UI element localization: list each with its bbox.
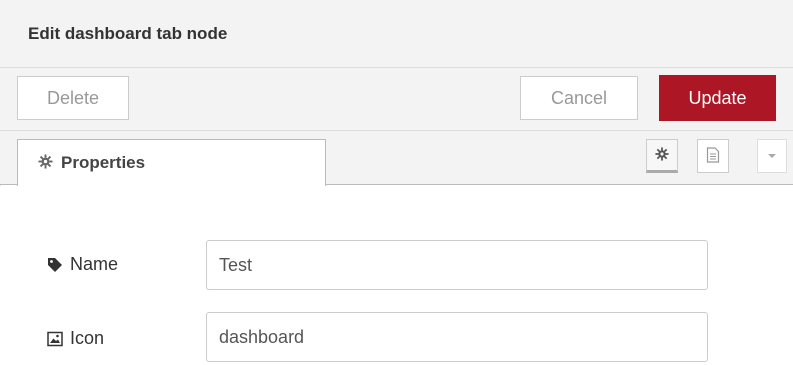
icon-input[interactable]	[206, 312, 708, 362]
gear-icon	[655, 146, 669, 164]
caret-down-icon	[767, 150, 777, 162]
icon-label: Icon	[46, 328, 104, 349]
dialog-toolbar: Delete Cancel Update	[0, 68, 793, 131]
name-input[interactable]	[206, 240, 708, 290]
dialog-header: Edit dashboard tab node	[0, 0, 793, 68]
cancel-button[interactable]: Cancel	[520, 76, 638, 120]
tag-icon	[46, 256, 64, 274]
update-button[interactable]: Update	[659, 75, 776, 121]
delete-button[interactable]: Delete	[17, 76, 129, 120]
properties-panel: Name Icon	[0, 186, 793, 365]
gear-icon	[38, 153, 53, 173]
dialog-title: Edit dashboard tab node	[28, 24, 228, 43]
tab-properties[interactable]: Properties	[17, 139, 326, 186]
name-label: Name	[46, 254, 118, 275]
settings-tab-button[interactable]	[646, 139, 678, 173]
image-icon	[46, 330, 64, 348]
tab-bar: Properties	[0, 131, 793, 186]
more-tabs-button[interactable]	[757, 139, 787, 173]
tab-label: Properties	[61, 153, 146, 172]
document-icon	[706, 146, 720, 166]
description-tab-button[interactable]	[697, 139, 729, 173]
